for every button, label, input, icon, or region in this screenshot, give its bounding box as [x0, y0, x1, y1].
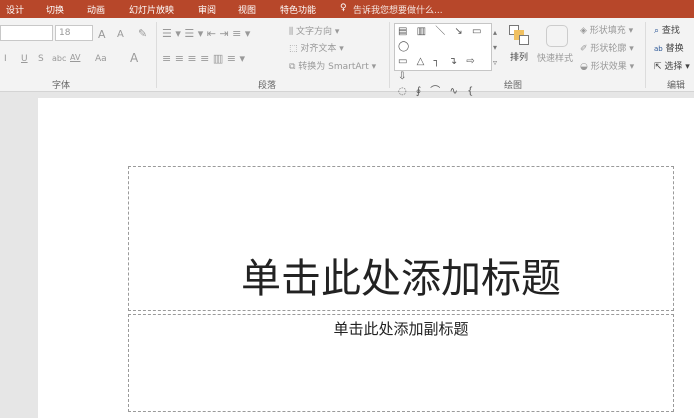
lightbulb-icon: ♀	[340, 3, 347, 13]
select-button[interactable]: ⇱ 选择 ▾	[654, 59, 690, 72]
clear-format-icon[interactable]: ✎	[138, 27, 147, 40]
shape-outline-label: 形状轮廓	[590, 44, 627, 54]
tab-view[interactable]: 视图	[238, 3, 256, 16]
font-group-label: 字体	[52, 81, 71, 91]
search-icon: ⌕	[654, 26, 660, 36]
drawing-group-label: 绘图	[504, 81, 523, 91]
find-button[interactable]: ⌕ 查找	[654, 23, 680, 36]
title-placeholder[interactable]: 单击此处添加标题	[128, 166, 674, 311]
shapes-row: ▤ ▥ ＼ ↘ ▭ ◯	[398, 26, 485, 52]
shape-effects-label: 形状效果	[590, 62, 627, 72]
subtitle-placeholder[interactable]: 单击此处添加副标题	[128, 314, 674, 412]
tab-design[interactable]: 设计	[6, 3, 24, 16]
arrange-button[interactable]: 排列	[510, 50, 528, 63]
title-placeholder-text: 单击此处添加标题	[241, 256, 561, 302]
grow-font-button[interactable]: A	[98, 28, 106, 41]
strike-button[interactable]: S	[38, 54, 44, 64]
shape-fill-button[interactable]: ◈ 形状填充 ▾	[580, 23, 633, 36]
italic-button[interactable]: I	[4, 54, 7, 64]
font-color-button[interactable]: A	[130, 51, 138, 65]
strikethrough-button[interactable]: abc	[52, 54, 66, 63]
shape-fill-label: 形状填充	[589, 26, 626, 36]
editing-group-label: 编辑	[667, 81, 686, 91]
align-icons[interactable]: ≡ ≡ ≡ ≡ ▥ ≡ ▾	[162, 52, 245, 65]
tell-me-input[interactable]: 告诉我您想要做什么...	[353, 3, 443, 16]
bullets-icon[interactable]: ☰ ▾ ☰ ▾ ⇤ ⇥ ≡ ▾	[162, 27, 250, 40]
smartart-label: 转换为 SmartArt	[298, 62, 369, 72]
replace-icon: ab	[654, 45, 663, 53]
shrink-font-button[interactable]: A	[117, 29, 124, 40]
subtitle-placeholder-text: 单击此处添加副标题	[333, 320, 469, 338]
find-label: 查找	[661, 26, 680, 36]
text-direction-button[interactable]: ⫼ 文字方向 ▾	[289, 24, 339, 37]
font-size-field[interactable]: 18	[55, 25, 93, 41]
shape-outline-button[interactable]: ✐ 形状轮廓 ▾	[580, 41, 634, 54]
align-text-button[interactable]: ⬚ 对齐文本 ▾	[289, 41, 344, 54]
divider	[645, 22, 646, 88]
divider	[389, 22, 390, 88]
paragraph-group-label: 段落	[258, 81, 277, 91]
ribbon: 18 A A ✎ I U S abc AV Aa A 字体 ☰ ▾ ☰ ▾ ⇤ …	[0, 18, 694, 112]
arrange-icon	[509, 25, 529, 45]
shapes-row: ▭ △ ┐ ↴ ⇨ ⇩	[398, 56, 478, 82]
replace-label: 替换	[665, 44, 684, 54]
tab-animations[interactable]: 动画	[87, 3, 105, 16]
underline-button[interactable]: U	[21, 54, 28, 64]
tab-special[interactable]: 特色功能	[280, 3, 316, 16]
text-direction-label: 文字方向	[296, 27, 333, 37]
quick-styles-button[interactable]: 快速样式	[537, 51, 573, 64]
smartart-button[interactable]: ⧉ 转换为 SmartArt ▾	[289, 59, 376, 72]
char-spacing-button[interactable]: AV	[70, 53, 80, 62]
select-label: 选择	[664, 62, 683, 72]
font-name-field[interactable]	[0, 25, 53, 41]
divider	[156, 22, 157, 88]
cursor-icon: ⇱	[654, 62, 662, 72]
gallery-scroll[interactable]: ▴ ▾ ▿	[493, 25, 497, 70]
slide-canvas[interactable]: 单击此处添加标题 单击此处添加副标题	[38, 98, 694, 418]
align-text-label: 对齐文本	[300, 44, 337, 54]
shape-effects-button[interactable]: ◒ 形状效果 ▾	[580, 59, 634, 72]
shapes-gallery[interactable]: ▤ ▥ ＼ ↘ ▭ ◯ ▭ △ ┐ ↴ ⇨ ⇩ ◌ ∮ ⌒ ∿ { }	[394, 23, 492, 112]
quick-styles-icon	[546, 25, 568, 47]
tab-review[interactable]: 审阅	[198, 3, 216, 16]
change-case-button[interactable]: Aa	[95, 54, 107, 64]
tab-slideshow[interactable]: 幻灯片放映	[129, 3, 174, 16]
ribbon-tabs: 设计 切换 动画 幻灯片放映 审阅 视图 特色功能 ♀ 告诉我您想要做什么...	[0, 0, 694, 18]
replace-button[interactable]: ab 替换	[654, 41, 684, 54]
tab-transitions[interactable]: 切换	[46, 3, 64, 16]
